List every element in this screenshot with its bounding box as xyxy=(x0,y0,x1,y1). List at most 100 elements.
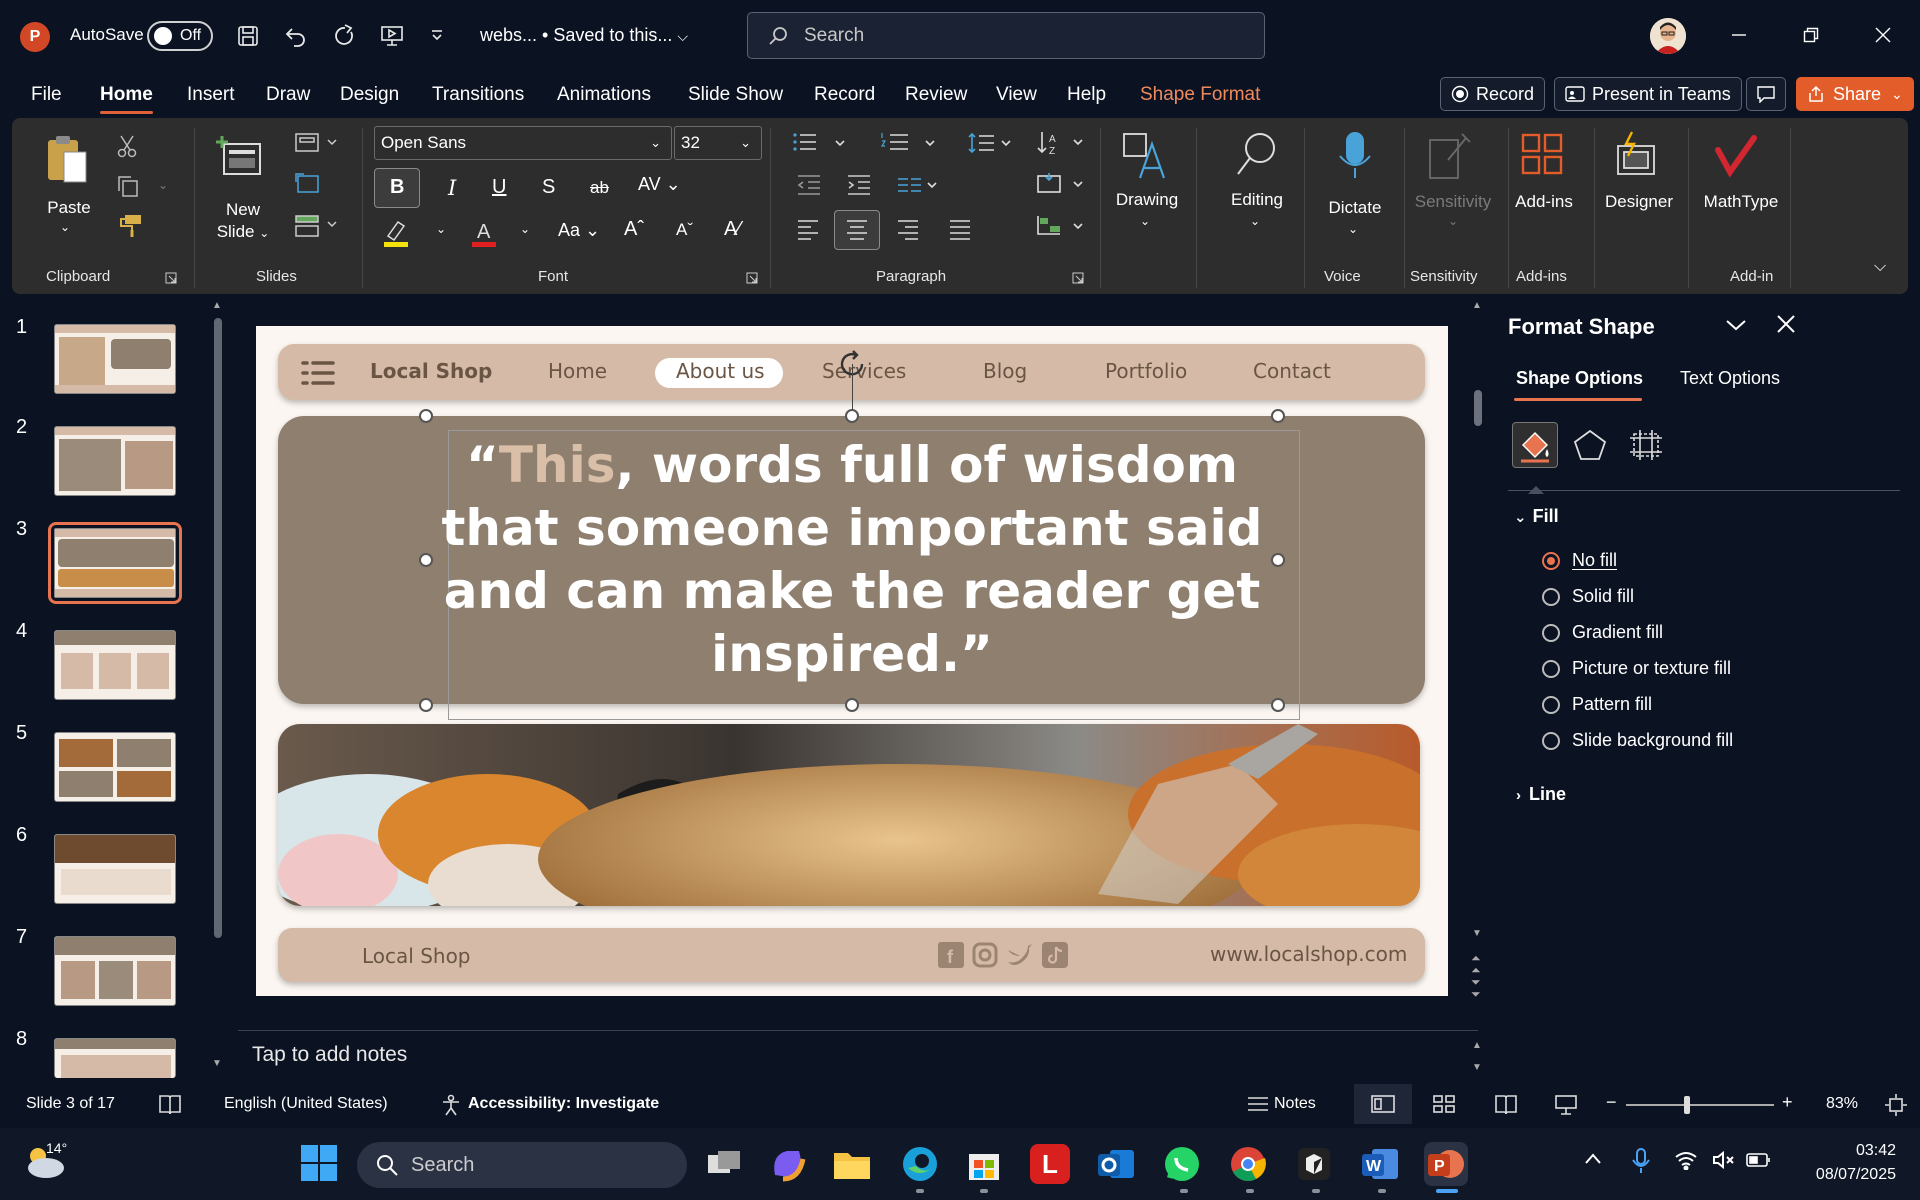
designer-label[interactable]: Designer xyxy=(1600,192,1678,212)
pane-options-chevron-icon[interactable] xyxy=(1724,316,1748,334)
zoom-level[interactable]: 83% xyxy=(1826,1095,1858,1113)
numbering-icon[interactable] xyxy=(880,132,940,154)
store-icon[interactable] xyxy=(962,1142,1006,1186)
thumb-scrollbar[interactable] xyxy=(214,318,222,938)
tab-animations[interactable]: Animations xyxy=(557,84,651,106)
justify-icon[interactable] xyxy=(948,218,972,240)
slide-thumbnail-2[interactable] xyxy=(54,426,176,496)
file-explorer-icon[interactable] xyxy=(830,1142,874,1186)
tab-slide-show[interactable]: Slide Show xyxy=(688,84,783,106)
weather-temp[interactable]: 14° xyxy=(46,1140,67,1156)
resize-handle[interactable] xyxy=(419,553,433,567)
highlight-chevron-icon[interactable]: ⌄ xyxy=(436,222,446,236)
edge-icon[interactable] xyxy=(898,1142,942,1186)
tab-design[interactable]: Design xyxy=(340,84,399,106)
collapse-ribbon-icon[interactable]: ⌵ xyxy=(1874,258,1886,276)
grow-font-icon[interactable]: Aˆ xyxy=(624,218,644,241)
tab-draw[interactable]: Draw xyxy=(266,84,310,106)
word-icon[interactable]: W xyxy=(1358,1142,1402,1186)
microphone-icon[interactable] xyxy=(1338,130,1372,182)
clock-time[interactable]: 03:42 xyxy=(1796,1142,1896,1160)
slide-scroll-up-icon[interactable]: ▲ xyxy=(1472,300,1482,311)
copy-chevron-icon[interactable]: ⌄ xyxy=(158,178,168,192)
outlook-icon[interactable] xyxy=(1094,1142,1138,1186)
user-avatar[interactable] xyxy=(1650,18,1686,54)
zoom-slider-thumb[interactable] xyxy=(1684,1096,1690,1114)
notes-placeholder[interactable]: Tap to add notes xyxy=(252,1043,407,1067)
resize-handle[interactable] xyxy=(845,409,859,423)
present-from-start-icon[interactable] xyxy=(376,20,408,52)
share-button[interactable]: Share ⌄ xyxy=(1796,77,1914,111)
increase-indent-icon[interactable] xyxy=(846,174,872,196)
dictate-label[interactable]: Dictate xyxy=(1318,198,1392,218)
change-case-icon[interactable]: Aa ⌄ xyxy=(558,220,600,241)
slideshow-view-icon[interactable] xyxy=(1554,1094,1578,1116)
restore-icon[interactable] xyxy=(1796,20,1826,50)
paragraph-launcher-icon[interactable] xyxy=(1072,272,1084,284)
editing-chevron-icon[interactable]: ⌄ xyxy=(1250,214,1260,228)
tab-help[interactable]: Help xyxy=(1067,84,1106,106)
powerpoint-taskbar-icon[interactable]: P xyxy=(1424,1142,1468,1186)
editing-label[interactable]: Editing xyxy=(1218,190,1296,210)
close-window-icon[interactable] xyxy=(1868,20,1898,50)
mathtype-icon[interactable] xyxy=(1714,132,1760,178)
columns-icon[interactable] xyxy=(896,176,944,196)
nav-contact[interactable]: Contact xyxy=(1253,359,1331,383)
facebook-icon[interactable]: f xyxy=(938,942,964,968)
resize-handle[interactable] xyxy=(845,698,859,712)
radio-pattern-fill[interactable]: Pattern fill xyxy=(1542,694,1652,715)
slide-thumbnail-5[interactable] xyxy=(54,732,176,802)
text-direction-icon[interactable]: AZ xyxy=(1036,130,1088,156)
underline-icon[interactable]: U xyxy=(492,176,506,199)
slide-scrollbar[interactable] xyxy=(1474,390,1482,426)
instagram-icon[interactable] xyxy=(972,942,998,968)
save-icon[interactable] xyxy=(232,20,264,52)
tab-shape-format[interactable]: Shape Format xyxy=(1140,84,1260,106)
paste-label[interactable]: Paste xyxy=(44,198,94,218)
previous-slide-icon[interactable]: ⏶ ⏶ xyxy=(1471,952,1481,976)
tab-review[interactable]: Review xyxy=(905,84,967,106)
comments-button[interactable] xyxy=(1746,77,1786,111)
document-title[interactable]: webs... • Saved to this... ⌵ xyxy=(480,25,688,46)
slide-footer[interactable]: Local Shop f www.localshop.com xyxy=(278,928,1425,982)
resize-handle[interactable] xyxy=(1271,553,1285,567)
align-left-icon[interactable] xyxy=(796,218,820,240)
whatsapp-icon[interactable] xyxy=(1160,1142,1204,1186)
reset-slide-icon[interactable] xyxy=(294,172,320,196)
nav-home[interactable]: Home xyxy=(548,359,607,383)
radio-solid-fill[interactable]: Solid fill xyxy=(1542,586,1634,607)
slide-sorter-icon[interactable] xyxy=(1432,1094,1456,1114)
bullets-icon[interactable] xyxy=(792,132,852,154)
effects-pentagon-icon[interactable] xyxy=(1572,428,1608,462)
clipboard-launcher-icon[interactable] xyxy=(165,272,177,284)
tab-record[interactable]: Record xyxy=(814,84,875,106)
slide-canvas[interactable]: Local Shop Home About us Services Blog P… xyxy=(256,326,1448,996)
fill-section-header[interactable]: ⌄ Fill xyxy=(1514,506,1559,527)
decrease-indent-icon[interactable] xyxy=(796,174,822,196)
zoom-slider-track[interactable] xyxy=(1626,1104,1774,1106)
customize-toolbar-icon[interactable] xyxy=(424,22,450,48)
new-slide-label-2[interactable]: Slide ⌄ xyxy=(212,222,274,242)
font-color-icon[interactable]: A xyxy=(470,218,498,248)
l-app-icon[interactable]: L xyxy=(1030,1144,1070,1184)
terminal-app-icon[interactable] xyxy=(1292,1142,1336,1186)
mathtype-label[interactable]: MathType xyxy=(1696,192,1786,212)
search-box[interactable]: Search xyxy=(747,12,1265,59)
new-slide-label-1[interactable]: New xyxy=(212,200,274,220)
resize-handle[interactable] xyxy=(1271,409,1285,423)
addins-icon[interactable] xyxy=(1520,132,1564,178)
language-status[interactable]: English (United States) xyxy=(224,1095,388,1113)
spelling-check-icon[interactable] xyxy=(158,1094,182,1116)
drawing-label[interactable]: Drawing xyxy=(1112,190,1182,210)
wifi-icon[interactable] xyxy=(1674,1150,1698,1170)
copy-icon[interactable] xyxy=(116,174,140,198)
align-right-icon[interactable] xyxy=(896,218,920,240)
font-name-box[interactable]: Open Sans ⌄ xyxy=(374,126,672,160)
nav-about[interactable]: About us xyxy=(676,359,765,383)
task-view-icon[interactable] xyxy=(702,1142,746,1186)
market-photo[interactable]: 2.9 xyxy=(278,724,1420,906)
notes-button[interactable]: Notes xyxy=(1274,1095,1316,1113)
volume-muted-icon[interactable] xyxy=(1712,1150,1736,1170)
format-painter-icon[interactable] xyxy=(116,214,142,238)
nav-brand[interactable]: Local Shop xyxy=(370,359,492,383)
